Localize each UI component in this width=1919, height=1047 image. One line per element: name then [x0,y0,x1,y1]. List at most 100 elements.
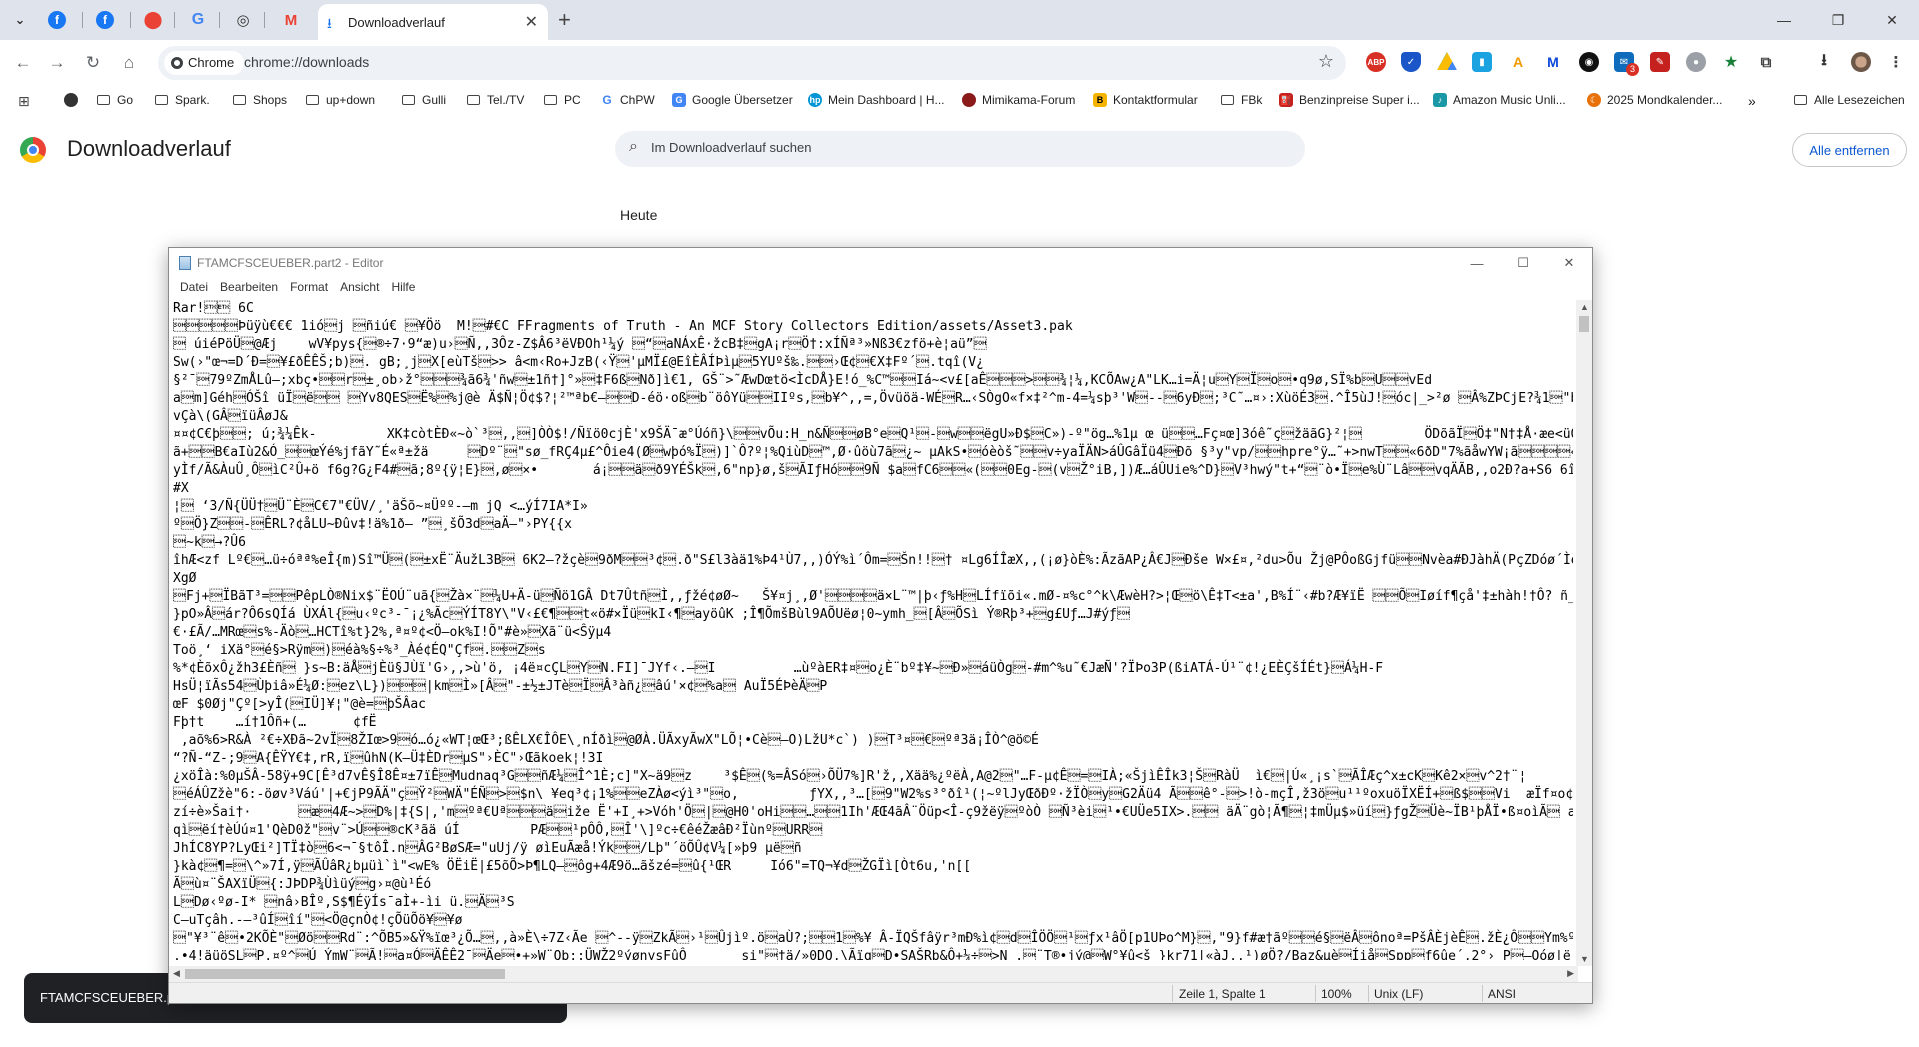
bookmark-folder-spark[interactable]: Spark. [155,93,210,107]
restore-icon[interactable]: ❐ [1811,0,1865,40]
puzzle-icon[interactable]: ⧉ [1756,52,1776,72]
horizontal-scroll-thumb[interactable] [185,969,505,979]
tab-separator [219,12,220,28]
address-bar[interactable]: Chrome chrome://downloads ☆ [158,46,1346,80]
url-text[interactable]: chrome://downloads [244,54,369,70]
folder-icon [155,95,168,105]
page-title: Downloadverlauf [67,136,231,161]
forward-icon[interactable]: → [44,50,70,76]
avatar[interactable] [1851,52,1871,72]
bookmarks-overflow[interactable]: » [1748,93,1756,109]
bookmark-amazon-music[interactable]: ♪ Amazon Music Unli... [1433,93,1566,107]
close-tab-icon[interactable]: ✕ [525,12,538,32]
tab-separator [264,12,265,28]
bookmark-chpw[interactable]: G ChPW [600,93,654,107]
minimize-icon[interactable]: — [1757,0,1811,40]
tab-separator [174,12,175,28]
tab-downloads[interactable]: ⭳ Downloadverlauf ✕ [318,4,548,40]
globe-icon [64,93,78,107]
abp-icon[interactable]: ABP [1366,52,1386,72]
vertical-scroll-thumb[interactable] [1579,316,1589,332]
menu-datei[interactable]: Datei [174,278,214,298]
minimize-icon[interactable]: — [1454,248,1500,278]
gmail-icon[interactable]: M [279,8,303,32]
drive-icon[interactable] [1437,52,1457,70]
extension-icon[interactable]: ▮ [1472,52,1492,72]
menu-hilfe[interactable]: Hilfe [385,278,421,298]
bookmark-google-translate[interactable]: G Google Übersetzer [672,93,793,107]
bookmark-folder-fbk[interactable]: FBk [1221,93,1262,107]
new-tab-button[interactable]: + [558,7,571,33]
tab-separator [130,12,131,28]
horizontal-scrollbar[interactable]: ◀ ▶ [169,966,1578,982]
circle-icon[interactable]: ◉ [1579,52,1599,72]
download-search[interactable]: ⌕ [615,131,1305,167]
vertical-scrollbar[interactable]: ▲ ▼ [1576,300,1592,966]
bookmark-mimikama[interactable]: Mimikama-Forum [962,93,1075,107]
download-icon[interactable]: ⭳ [1814,52,1834,72]
generic-site-icon[interactable]: ◎ [231,8,255,32]
menu-icon[interactable]: ⋮ [1886,52,1906,72]
bookmark-hp-dashboard[interactable]: hp Mein Dashboard | H... [808,93,945,107]
bookmark-folder-shops[interactable]: Shops [233,93,287,107]
facebook-icon[interactable]: f [96,11,114,29]
bookmark-globe[interactable] [64,93,84,107]
home-icon[interactable]: ⌂ [116,50,142,76]
line-endings: Unix (LF) [1374,987,1424,1001]
bookmark-folder-teltv[interactable]: Tel./TV [467,93,524,107]
menu-bearbeiten[interactable]: Bearbeiten [214,278,284,298]
menu-ansicht[interactable]: Ansicht [334,278,385,298]
malwarebytes-icon[interactable]: M [1543,52,1563,72]
bookmark-folder-gulli[interactable]: Gulli [402,93,446,107]
zoom-level: 100% [1321,987,1352,1001]
search-icon: ⌕ [629,138,638,155]
editor-content[interactable]: Rar! 6C Þüÿù€€€ 1iój ñiú€ ¥Öö … [173,300,1573,960]
scroll-left-icon[interactable]: ◀ [173,968,180,979]
bookmark-kontaktformular[interactable]: B Kontaktformular [1093,93,1198,107]
acrobat-icon[interactable]: ✎ [1650,52,1670,72]
bookmark-folder-go[interactable]: Go [97,93,133,107]
google-icon[interactable]: G [186,8,210,32]
facebook-icon[interactable]: f [48,11,66,29]
scroll-right-icon[interactable]: ▶ [1567,968,1574,979]
font-icon[interactable]: A [1508,52,1528,72]
all-bookmarks[interactable]: Alle Lesezeichen [1794,93,1905,107]
browser-toolbar: ← → ↻ ⌂ Chrome chrome://downloads ☆ ABP … [0,40,1919,86]
status-divider [1482,985,1483,1002]
bookmark-benzinpreise[interactable]: ⛽ Benzinpreise Super i... [1279,93,1420,107]
shield-icon[interactable]: ✓ [1401,52,1421,72]
notepad-icon [179,256,191,270]
clear-all-button[interactable]: Alle entfernen [1792,133,1907,167]
tab-title: Downloadverlauf [348,15,445,30]
maximize-icon[interactable]: ☐ [1500,248,1546,278]
folder-icon [1794,95,1807,105]
tab-separator [82,12,83,28]
folder-icon [544,95,557,105]
star-ext-icon[interactable]: ★ [1721,52,1741,72]
editor-titlebar[interactable]: FTAMCFSCEUEBER.part2 - Editor — ☐ ✕ [169,248,1592,278]
menu-format[interactable]: Format [284,278,334,298]
folder-icon [467,95,480,105]
bookmark-folder-pc[interactable]: PC [544,93,581,107]
bookmark-folder-updown[interactable]: up+down [306,93,375,107]
editor-text-area[interactable]: Rar! 6C Þüÿù€€€ 1iój ñiú€ ¥Öö … [173,300,1573,960]
google-maps-icon[interactable]: ⬤ [141,8,165,32]
apps-icon[interactable]: ⊞ [18,93,30,110]
download-icon: ⭳ [327,15,332,31]
site-chip[interactable]: Chrome [164,51,245,75]
status-divider [1172,985,1173,1002]
bookmark-star-icon[interactable]: ☆ [1318,51,1334,72]
scroll-down-icon[interactable]: ▼ [1580,954,1589,964]
close-window-icon[interactable]: ✕ [1865,0,1919,40]
search-input[interactable] [649,139,1249,156]
status-divider [1315,985,1316,1002]
record-icon[interactable]: ● [1686,52,1706,72]
tab-search-icon[interactable]: ⌄ [8,8,32,32]
close-icon[interactable]: ✕ [1546,248,1592,278]
folder-icon [306,95,319,105]
scroll-up-icon[interactable]: ▲ [1580,302,1589,312]
notepad-window: FTAMCFSCEUEBER.part2 - Editor — ☐ ✕ Date… [168,247,1593,1004]
back-icon[interactable]: ← [10,50,36,76]
reload-icon[interactable]: ↻ [80,50,106,76]
bookmark-mondkalender[interactable]: ☾ 2025 Mondkalender... [1587,93,1722,107]
